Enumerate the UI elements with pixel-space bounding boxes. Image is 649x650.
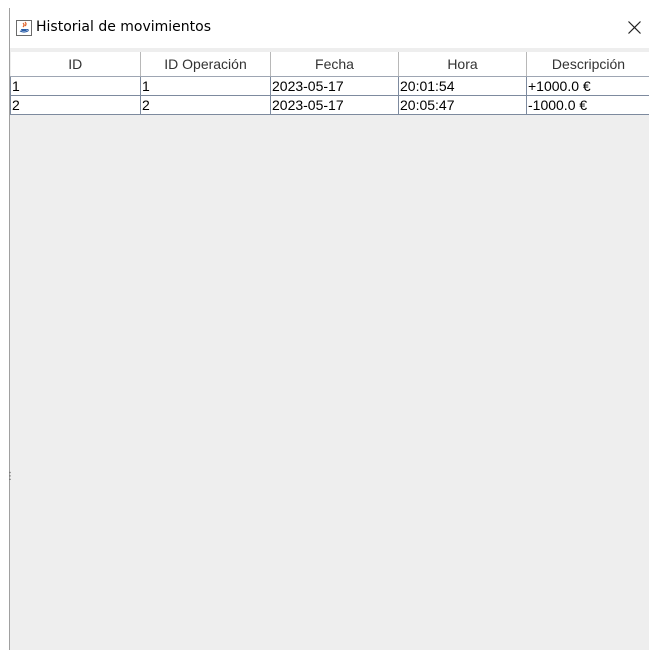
movements-table-container: ID ID Operación Fecha Hora Descripción 1… bbox=[10, 52, 649, 115]
close-button[interactable] bbox=[610, 8, 649, 48]
java-icon bbox=[16, 20, 32, 36]
resize-grip[interactable]: ⋮ bbox=[5, 472, 15, 494]
history-window: Historial de movimientos ID ID Operación… bbox=[9, 8, 649, 650]
close-icon bbox=[628, 21, 641, 34]
column-header-operation-id[interactable]: ID Operación bbox=[140, 52, 271, 77]
column-header-time[interactable]: Hora bbox=[398, 52, 527, 77]
table-row[interactable]: 2 2 2023-05-17 20:05:47 -1000.0 € bbox=[10, 95, 649, 115]
cell-time[interactable]: 20:01:54 bbox=[398, 76, 527, 96]
cell-operation-id[interactable]: 1 bbox=[140, 76, 271, 96]
cell-description[interactable]: -1000.0 € bbox=[526, 95, 649, 115]
window-title: Historial de movimientos bbox=[36, 19, 212, 35]
cell-id[interactable]: 1 bbox=[10, 76, 141, 96]
cell-id[interactable]: 2 bbox=[10, 95, 141, 115]
title-bar[interactable]: Historial de movimientos bbox=[10, 8, 649, 48]
cell-description[interactable]: +1000.0 € bbox=[526, 76, 649, 96]
table-header-row: ID ID Operación Fecha Hora Descripción bbox=[10, 52, 649, 77]
column-header-id[interactable]: ID bbox=[10, 52, 141, 77]
cell-operation-id[interactable]: 2 bbox=[140, 95, 271, 115]
cell-time[interactable]: 20:05:47 bbox=[398, 95, 527, 115]
cell-date[interactable]: 2023-05-17 bbox=[270, 95, 399, 115]
movements-table: ID ID Operación Fecha Hora Descripción 1… bbox=[10, 52, 649, 115]
column-header-date[interactable]: Fecha bbox=[270, 52, 399, 77]
cell-date[interactable]: 2023-05-17 bbox=[270, 76, 399, 96]
table-row[interactable]: 1 1 2023-05-17 20:01:54 +1000.0 € bbox=[10, 76, 649, 96]
column-header-description[interactable]: Descripción bbox=[526, 52, 649, 77]
